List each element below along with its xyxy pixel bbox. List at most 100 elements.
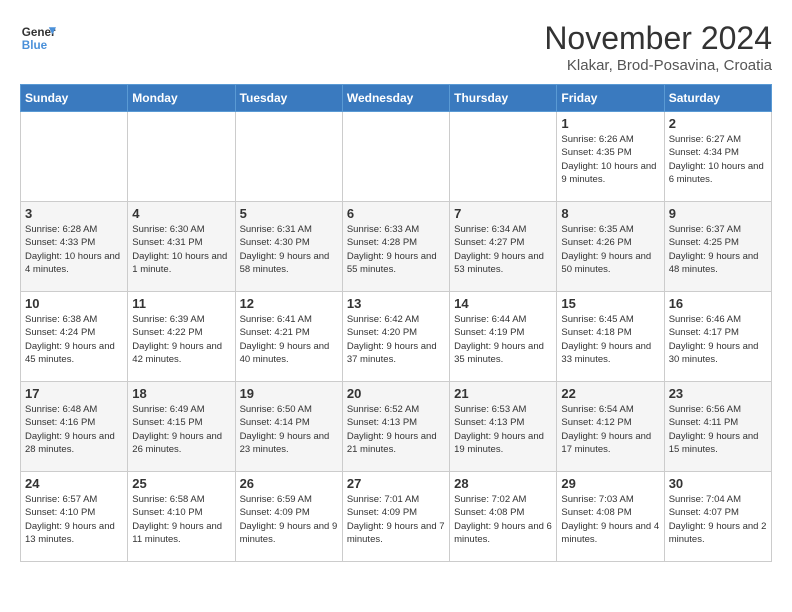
calendar-week-1: 1Sunrise: 6:26 AM Sunset: 4:35 PM Daylig… — [21, 112, 772, 202]
logo-icon: General Blue — [20, 20, 56, 56]
day-info: Sunrise: 6:58 AM Sunset: 4:10 PM Dayligh… — [132, 493, 230, 546]
calendar-cell — [342, 112, 449, 202]
day-number: 22 — [561, 386, 659, 401]
calendar-cell: 21 Sunrise: 6:53 AM Sunset: 4:13 PM Dayli… — [450, 382, 557, 472]
calendar-cell: 16Sunrise: 6:46 AM Sunset: 4:17 PM Dayli… — [664, 292, 771, 382]
calendar-cell: 18 Sunrise: 6:49 AM Sunset: 4:15 PM Dayli… — [128, 382, 235, 472]
day-info: Sunrise: 6:46 AM Sunset: 4:17 PM Dayligh… — [669, 313, 767, 366]
calendar-cell: 17 Sunrise: 6:48 AM Sunset: 4:16 PM Dayli… — [21, 382, 128, 472]
calendar-cell: 3 Sunrise: 6:28 AM Sunset: 4:33 PM Daylig… — [21, 202, 128, 292]
calendar-cell: 15 Sunrise: 6:45 AM Sunset: 4:18 PM Dayli… — [557, 292, 664, 382]
day-info: Sunrise: 6:28 AM Sunset: 4:33 PM Dayligh… — [25, 223, 123, 276]
calendar-week-2: 3 Sunrise: 6:28 AM Sunset: 4:33 PM Daylig… — [21, 202, 772, 292]
day-number: 7 — [454, 206, 552, 221]
day-info: Sunrise: 7:03 AM Sunset: 4:08 PM Dayligh… — [561, 493, 659, 546]
day-info: Sunrise: 6:54 AM Sunset: 4:12 PM Dayligh… — [561, 403, 659, 456]
calendar-cell: 28 Sunrise: 7:02 AM Sunset: 4:08 PM Dayli… — [450, 472, 557, 562]
calendar-cell: 20 Sunrise: 6:52 AM Sunset: 4:13 PM Dayli… — [342, 382, 449, 472]
title-block: November 2024 Klakar, Brod-Posavina, Cro… — [544, 20, 772, 74]
day-number: 13 — [347, 296, 445, 311]
calendar-header-row: SundayMondayTuesdayWednesdayThursdayFrid… — [21, 85, 772, 112]
day-info: Sunrise: 6:39 AM Sunset: 4:22 PM Dayligh… — [132, 313, 230, 366]
day-number: 10 — [25, 296, 123, 311]
day-info: Sunrise: 6:38 AM Sunset: 4:24 PM Dayligh… — [25, 313, 123, 366]
day-number: 26 — [240, 476, 338, 491]
calendar-cell: 12Sunrise: 6:41 AM Sunset: 4:21 PM Dayli… — [235, 292, 342, 382]
calendar-cell: 6 Sunrise: 6:33 AM Sunset: 4:28 PM Daylig… — [342, 202, 449, 292]
day-number: 11 — [132, 296, 230, 311]
calendar-cell — [450, 112, 557, 202]
day-info: Sunrise: 6:50 AM Sunset: 4:14 PM Dayligh… — [240, 403, 338, 456]
day-number: 4 — [132, 206, 230, 221]
day-number: 28 — [454, 476, 552, 491]
day-number: 18 — [132, 386, 230, 401]
calendar-cell: 13 Sunrise: 6:42 AM Sunset: 4:20 PM Dayli… — [342, 292, 449, 382]
calendar-week-4: 17 Sunrise: 6:48 AM Sunset: 4:16 PM Dayli… — [21, 382, 772, 472]
day-info: Sunrise: 6:31 AM Sunset: 4:30 PM Dayligh… — [240, 223, 338, 276]
day-number: 8 — [561, 206, 659, 221]
day-number: 14 — [454, 296, 552, 311]
day-info: Sunrise: 7:01 AM Sunset: 4:09 PM Dayligh… — [347, 493, 445, 546]
calendar-cell: 29Sunrise: 7:03 AM Sunset: 4:08 PM Dayli… — [557, 472, 664, 562]
day-info: Sunrise: 6:53 AM Sunset: 4:13 PM Dayligh… — [454, 403, 552, 456]
day-info: Sunrise: 6:49 AM Sunset: 4:15 PM Dayligh… — [132, 403, 230, 456]
calendar-cell: 14 Sunrise: 6:44 AM Sunset: 4:19 PM Dayli… — [450, 292, 557, 382]
day-info: Sunrise: 7:02 AM Sunset: 4:08 PM Dayligh… — [454, 493, 552, 546]
day-info: Sunrise: 7:04 AM Sunset: 4:07 PM Dayligh… — [669, 493, 767, 546]
calendar-cell — [21, 112, 128, 202]
calendar-cell: 27 Sunrise: 7:01 AM Sunset: 4:09 PM Dayli… — [342, 472, 449, 562]
calendar-cell — [235, 112, 342, 202]
calendar-cell: 23Sunrise: 6:56 AM Sunset: 4:11 PM Dayli… — [664, 382, 771, 472]
day-info: Sunrise: 6:48 AM Sunset: 4:16 PM Dayligh… — [25, 403, 123, 456]
day-number: 23 — [669, 386, 767, 401]
calendar-cell: 25 Sunrise: 6:58 AM Sunset: 4:10 PM Dayli… — [128, 472, 235, 562]
day-number: 5 — [240, 206, 338, 221]
calendar-cell: 24 Sunrise: 6:57 AM Sunset: 4:10 PM Dayli… — [21, 472, 128, 562]
calendar-cell: 9 Sunrise: 6:37 AM Sunset: 4:25 PM Daylig… — [664, 202, 771, 292]
day-number: 3 — [25, 206, 123, 221]
calendar-week-5: 24 Sunrise: 6:57 AM Sunset: 4:10 PM Dayli… — [21, 472, 772, 562]
day-number: 25 — [132, 476, 230, 491]
calendar-cell: 26 Sunrise: 6:59 AM Sunset: 4:09 PM Dayli… — [235, 472, 342, 562]
calendar-cell: 11 Sunrise: 6:39 AM Sunset: 4:22 PM Dayli… — [128, 292, 235, 382]
day-info: Sunrise: 6:57 AM Sunset: 4:10 PM Dayligh… — [25, 493, 123, 546]
day-header-sunday: Sunday — [21, 85, 128, 112]
day-info: Sunrise: 6:26 AM Sunset: 4:35 PM Dayligh… — [561, 133, 659, 186]
calendar-cell: 5 Sunrise: 6:31 AM Sunset: 4:30 PM Daylig… — [235, 202, 342, 292]
month-title: November 2024 — [544, 20, 772, 57]
day-info: Sunrise: 6:42 AM Sunset: 4:20 PM Dayligh… — [347, 313, 445, 366]
logo: General Blue — [20, 20, 56, 56]
day-info: Sunrise: 6:37 AM Sunset: 4:25 PM Dayligh… — [669, 223, 767, 276]
day-info: Sunrise: 6:27 AM Sunset: 4:34 PM Dayligh… — [669, 133, 767, 186]
day-info: Sunrise: 6:41 AM Sunset: 4:21 PM Dayligh… — [240, 313, 338, 366]
day-number: 17 — [25, 386, 123, 401]
location-subtitle: Klakar, Brod-Posavina, Croatia — [544, 57, 772, 74]
day-number: 27 — [347, 476, 445, 491]
day-number: 2 — [669, 116, 767, 131]
day-info: Sunrise: 6:45 AM Sunset: 4:18 PM Dayligh… — [561, 313, 659, 366]
day-info: Sunrise: 6:59 AM Sunset: 4:09 PM Dayligh… — [240, 493, 338, 546]
calendar-table: SundayMondayTuesdayWednesdayThursdayFrid… — [20, 84, 772, 562]
svg-text:Blue: Blue — [22, 39, 48, 52]
day-info: Sunrise: 6:44 AM Sunset: 4:19 PM Dayligh… — [454, 313, 552, 366]
day-number: 19 — [240, 386, 338, 401]
day-info: Sunrise: 6:33 AM Sunset: 4:28 PM Dayligh… — [347, 223, 445, 276]
day-header-saturday: Saturday — [664, 85, 771, 112]
calendar-cell: 22 Sunrise: 6:54 AM Sunset: 4:12 PM Dayli… — [557, 382, 664, 472]
day-number: 24 — [25, 476, 123, 491]
day-info: Sunrise: 6:52 AM Sunset: 4:13 PM Dayligh… — [347, 403, 445, 456]
calendar-cell: 19 Sunrise: 6:50 AM Sunset: 4:14 PM Dayli… — [235, 382, 342, 472]
day-header-friday: Friday — [557, 85, 664, 112]
day-number: 21 — [454, 386, 552, 401]
page-header: General Blue November 2024 Klakar, Brod-… — [20, 20, 772, 74]
calendar-cell: 30Sunrise: 7:04 AM Sunset: 4:07 PM Dayli… — [664, 472, 771, 562]
calendar-week-3: 10 Sunrise: 6:38 AM Sunset: 4:24 PM Dayli… — [21, 292, 772, 382]
day-number: 15 — [561, 296, 659, 311]
day-number: 6 — [347, 206, 445, 221]
day-number: 9 — [669, 206, 767, 221]
day-header-tuesday: Tuesday — [235, 85, 342, 112]
calendar-cell: 1Sunrise: 6:26 AM Sunset: 4:35 PM Daylig… — [557, 112, 664, 202]
day-number: 20 — [347, 386, 445, 401]
calendar-cell: 4Sunrise: 6:30 AM Sunset: 4:31 PM Daylig… — [128, 202, 235, 292]
day-info: Sunrise: 6:35 AM Sunset: 4:26 PM Dayligh… — [561, 223, 659, 276]
